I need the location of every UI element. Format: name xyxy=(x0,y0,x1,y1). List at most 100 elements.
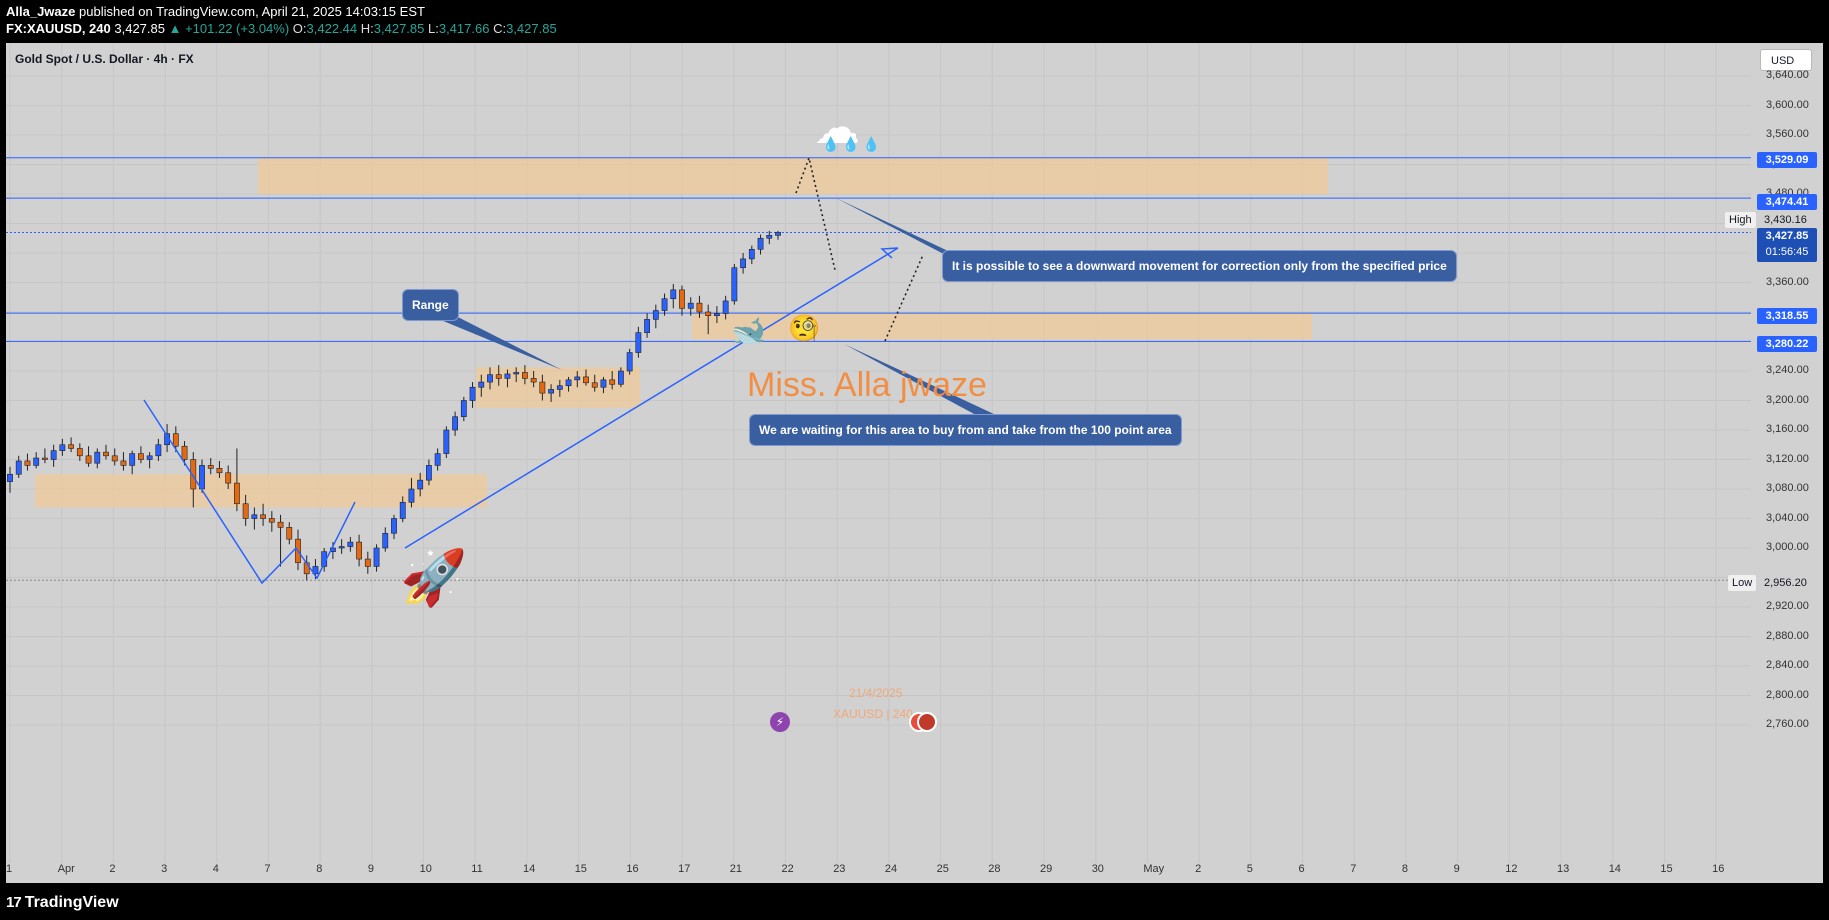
candle-body xyxy=(76,448,83,457)
buy-area-callout[interactable]: We are waiting for this area to buy from… xyxy=(749,414,1182,446)
candle-body xyxy=(670,289,677,300)
candle-body xyxy=(129,453,136,466)
time-tick-label: 8 xyxy=(316,863,323,875)
low-label: L: xyxy=(428,21,439,36)
price-chart[interactable]: Gold Spot / U.S. Dollar · 4h · FX USD 3,… xyxy=(6,43,1823,883)
candle-body xyxy=(478,381,485,388)
lightning-icon[interactable]: ⚡ xyxy=(770,712,790,732)
candle-body xyxy=(225,472,232,484)
candle-body xyxy=(24,460,31,466)
price-tick-label: 2,760.00 xyxy=(1766,718,1809,730)
time-tick-label: 29 xyxy=(1040,863,1053,875)
support-1-price-tag[interactable]: 3,318.55 xyxy=(1757,308,1817,324)
candle-body xyxy=(172,433,179,447)
author-name[interactable]: Alla_Jwaze xyxy=(6,4,75,19)
time-tick-label: 22 xyxy=(781,863,794,875)
footer-bar: 17 TradingView xyxy=(0,886,1829,920)
candle-body xyxy=(740,258,746,269)
chart-canvas[interactable] xyxy=(6,43,1823,883)
candle-body xyxy=(207,465,214,469)
high-value: 3,427.85 xyxy=(373,21,425,36)
support-2-price-tag[interactable]: 3,280.22 xyxy=(1757,336,1817,352)
bar-countdown: 01:56:45 xyxy=(1765,246,1809,258)
candle-body xyxy=(85,455,92,464)
candle-body xyxy=(565,379,572,387)
candle-body xyxy=(277,521,284,528)
candle-body xyxy=(408,488,415,503)
price-tick-label: 2,800.00 xyxy=(1766,688,1809,701)
candle-body xyxy=(199,465,205,490)
candle-body xyxy=(120,460,127,466)
price-tick-label: 3,120.00 xyxy=(1766,452,1809,465)
candle-body xyxy=(574,376,581,381)
watermark-date: 21/4/2025 xyxy=(849,686,903,700)
candle-body xyxy=(94,451,101,464)
candle-body xyxy=(635,332,642,353)
candle-body xyxy=(103,451,109,457)
candle-body xyxy=(234,482,240,505)
candle-body xyxy=(7,473,13,482)
time-tick-label: 14 xyxy=(523,863,536,875)
range-callout[interactable]: Range xyxy=(402,289,459,321)
price-tick-label: 2,880.00 xyxy=(1766,629,1809,642)
currency-selector[interactable]: USD xyxy=(1760,49,1812,71)
candle-body xyxy=(399,501,406,519)
candle-body xyxy=(522,372,528,379)
price-tick-label: 3,360.00 xyxy=(1766,275,1809,288)
candle-body xyxy=(391,518,397,534)
price-tick-label: 3,160.00 xyxy=(1766,423,1809,435)
candle-body xyxy=(679,289,685,309)
low-value-label: 2,956.20 xyxy=(1764,577,1807,589)
symbol-name[interactable]: FX:XAUUSD, 240 xyxy=(6,21,111,36)
candle-body xyxy=(513,372,520,375)
tradingview-logo-icon: 17 xyxy=(6,894,22,911)
candle-body xyxy=(618,370,624,385)
candle-body xyxy=(644,319,650,333)
publish-header: Alla_Jwaze published on TradingView.com,… xyxy=(0,0,1829,42)
candle-body xyxy=(714,313,720,316)
candle-body xyxy=(260,514,266,519)
time-tick-label: 16 xyxy=(1712,863,1725,875)
candle-body xyxy=(487,374,493,383)
watermark-symbol: XAUUSD | 240 xyxy=(833,707,913,721)
last-price: 3,427.85 xyxy=(114,21,165,36)
candle-body xyxy=(452,416,458,431)
whale-icon: 🐋 xyxy=(731,314,766,347)
time-tick-label: 2 xyxy=(109,863,116,875)
price-change: ▲ +101.22 (+3.04%) xyxy=(168,21,290,36)
high-label: H: xyxy=(360,21,374,36)
resistance-1-price-tag[interactable]: 3,529.09 xyxy=(1757,152,1817,168)
time-tick-label: 9 xyxy=(367,863,375,875)
tradingview-logo[interactable]: 17 TradingView xyxy=(6,894,119,912)
candle-body xyxy=(33,457,40,466)
candle-body xyxy=(539,381,546,394)
current-price-tag[interactable]: 3,427.85 01:56:45 xyxy=(1757,228,1817,262)
open-label: O: xyxy=(292,21,307,36)
time-tick-label: 16 xyxy=(626,863,639,875)
time-tick-label: Apr xyxy=(57,863,75,875)
candle-body xyxy=(138,453,144,460)
time-tick-label: 8 xyxy=(1401,863,1409,875)
candle-body xyxy=(155,444,162,457)
us-flag-icon-2[interactable] xyxy=(917,712,937,732)
author-watermark: Miss. Alla jwaze xyxy=(747,366,987,404)
time-tick-label: 21 xyxy=(729,863,743,875)
price-tick-label: 3,000.00 xyxy=(1766,541,1809,553)
resistance-2-price-tag[interactable]: 3,474.41 xyxy=(1757,194,1817,210)
price-tick-label: 2,840.00 xyxy=(1766,659,1809,671)
candle-body xyxy=(722,300,729,314)
candle-body xyxy=(15,460,22,475)
correction-callout[interactable]: It is possible to see a downward movemen… xyxy=(942,250,1457,282)
candle-body xyxy=(338,546,345,549)
candle-body xyxy=(68,444,74,449)
candle-body xyxy=(766,235,773,239)
time-tick-label: 2 xyxy=(1195,863,1202,875)
candle-body xyxy=(242,503,249,519)
time-tick-label: 10 xyxy=(419,863,432,875)
publish-info: Alla_Jwaze published on TradingView.com,… xyxy=(6,4,425,19)
candle-body xyxy=(417,479,424,490)
low-key: Low xyxy=(1728,575,1757,591)
time-tick-label: 11 xyxy=(471,863,483,875)
candle-body xyxy=(286,527,293,540)
time-tick-label: 15 xyxy=(1660,863,1673,875)
